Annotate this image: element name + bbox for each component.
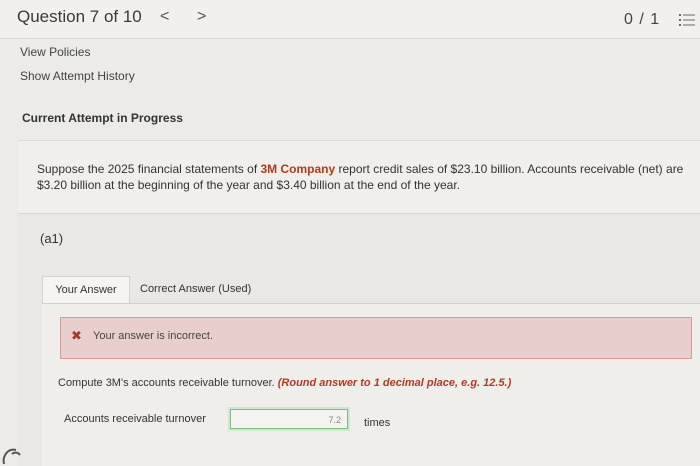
tab-content: ✖ Your answer is incorrect. Compute 3M's… bbox=[42, 303, 700, 466]
view-policies-link[interactable]: View Policies bbox=[20, 45, 90, 59]
question-text: Suppose the 2025 financial statements of… bbox=[37, 161, 697, 193]
loading-cursor-icon bbox=[2, 448, 21, 465]
question-text-before: Suppose the 2025 financial statements of bbox=[37, 162, 261, 176]
part-label: (a1) bbox=[40, 231, 64, 246]
page: Question 7 of 10 < > 0 / 1 View Policies… bbox=[0, 0, 700, 466]
current-attempt-heading: Current Attempt in Progress bbox=[22, 111, 183, 125]
instruction-main: Compute 3M's accounts receivable turnove… bbox=[58, 377, 278, 389]
instruction-text: Compute 3M's accounts receivable turnove… bbox=[58, 377, 511, 389]
rounding-note: (Round answer to 1 decimal place, e.g. 1… bbox=[277, 377, 512, 389]
incorrect-feedback-banner: ✖ Your answer is incorrect. bbox=[60, 317, 692, 359]
company-name: 3M Company bbox=[260, 162, 336, 176]
show-attempt-history-link[interactable]: Show Attempt History bbox=[20, 69, 135, 83]
tab-your-answer[interactable]: Your Answer bbox=[42, 276, 130, 303]
answer-row: Accounts receivable turnover 7.2 times bbox=[64, 409, 464, 433]
question-header: Question 7 of 10 < > 0 / 1 bbox=[0, 0, 700, 39]
list-icon[interactable] bbox=[679, 13, 695, 27]
answer-input[interactable]: 7.2 bbox=[230, 409, 348, 429]
question-panel: Suppose the 2025 financial statements of… bbox=[18, 140, 700, 466]
answer-unit: times bbox=[364, 417, 391, 429]
tab-correct-answer[interactable]: Correct Answer (Used) bbox=[140, 276, 251, 302]
part-area: (a1) Your Answer Correct Answer (Used) ✖… bbox=[18, 213, 700, 466]
feedback-message: Your answer is incorrect. bbox=[93, 330, 214, 342]
question-title: Question 7 of 10 bbox=[17, 7, 142, 26]
x-icon: ✖ bbox=[71, 328, 82, 343]
next-question-button[interactable]: > bbox=[197, 8, 206, 26]
answer-label: Accounts receivable turnover bbox=[64, 413, 206, 425]
previous-question-button[interactable]: < bbox=[160, 8, 169, 26]
score-display: 0 / 1 bbox=[624, 11, 661, 28]
